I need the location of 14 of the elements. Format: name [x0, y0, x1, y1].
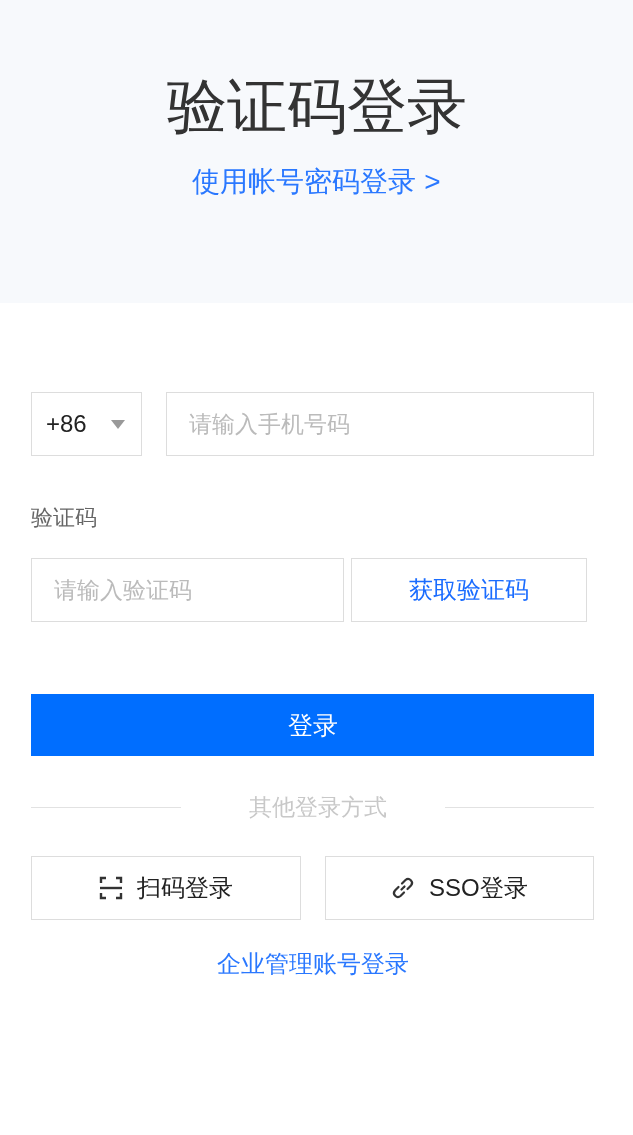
scan-icon — [98, 876, 123, 900]
get-code-button[interactable]: 获取验证码 — [351, 558, 587, 622]
page-title: 验证码登录 — [166, 72, 467, 142]
login-button[interactable]: 登录 — [31, 694, 594, 756]
code-input-field[interactable]: 请输入验证码 — [31, 558, 344, 622]
sso-login-button[interactable]: SSO登录 — [324, 856, 594, 920]
country-code-select[interactable]: +86 — [31, 392, 142, 456]
phone-input-field[interactable]: 请输入手机号码 — [166, 392, 594, 456]
scan-login-button[interactable]: 扫码登录 — [31, 856, 301, 920]
enterprise-login-link[interactable]: 企业管理账号登录 — [216, 950, 409, 977]
password-login-link[interactable]: 使用帐号密码登录 > — [192, 164, 441, 200]
code-label: 验证码 — [31, 505, 97, 530]
caret-icon — [111, 419, 125, 429]
link-icon — [390, 876, 415, 900]
